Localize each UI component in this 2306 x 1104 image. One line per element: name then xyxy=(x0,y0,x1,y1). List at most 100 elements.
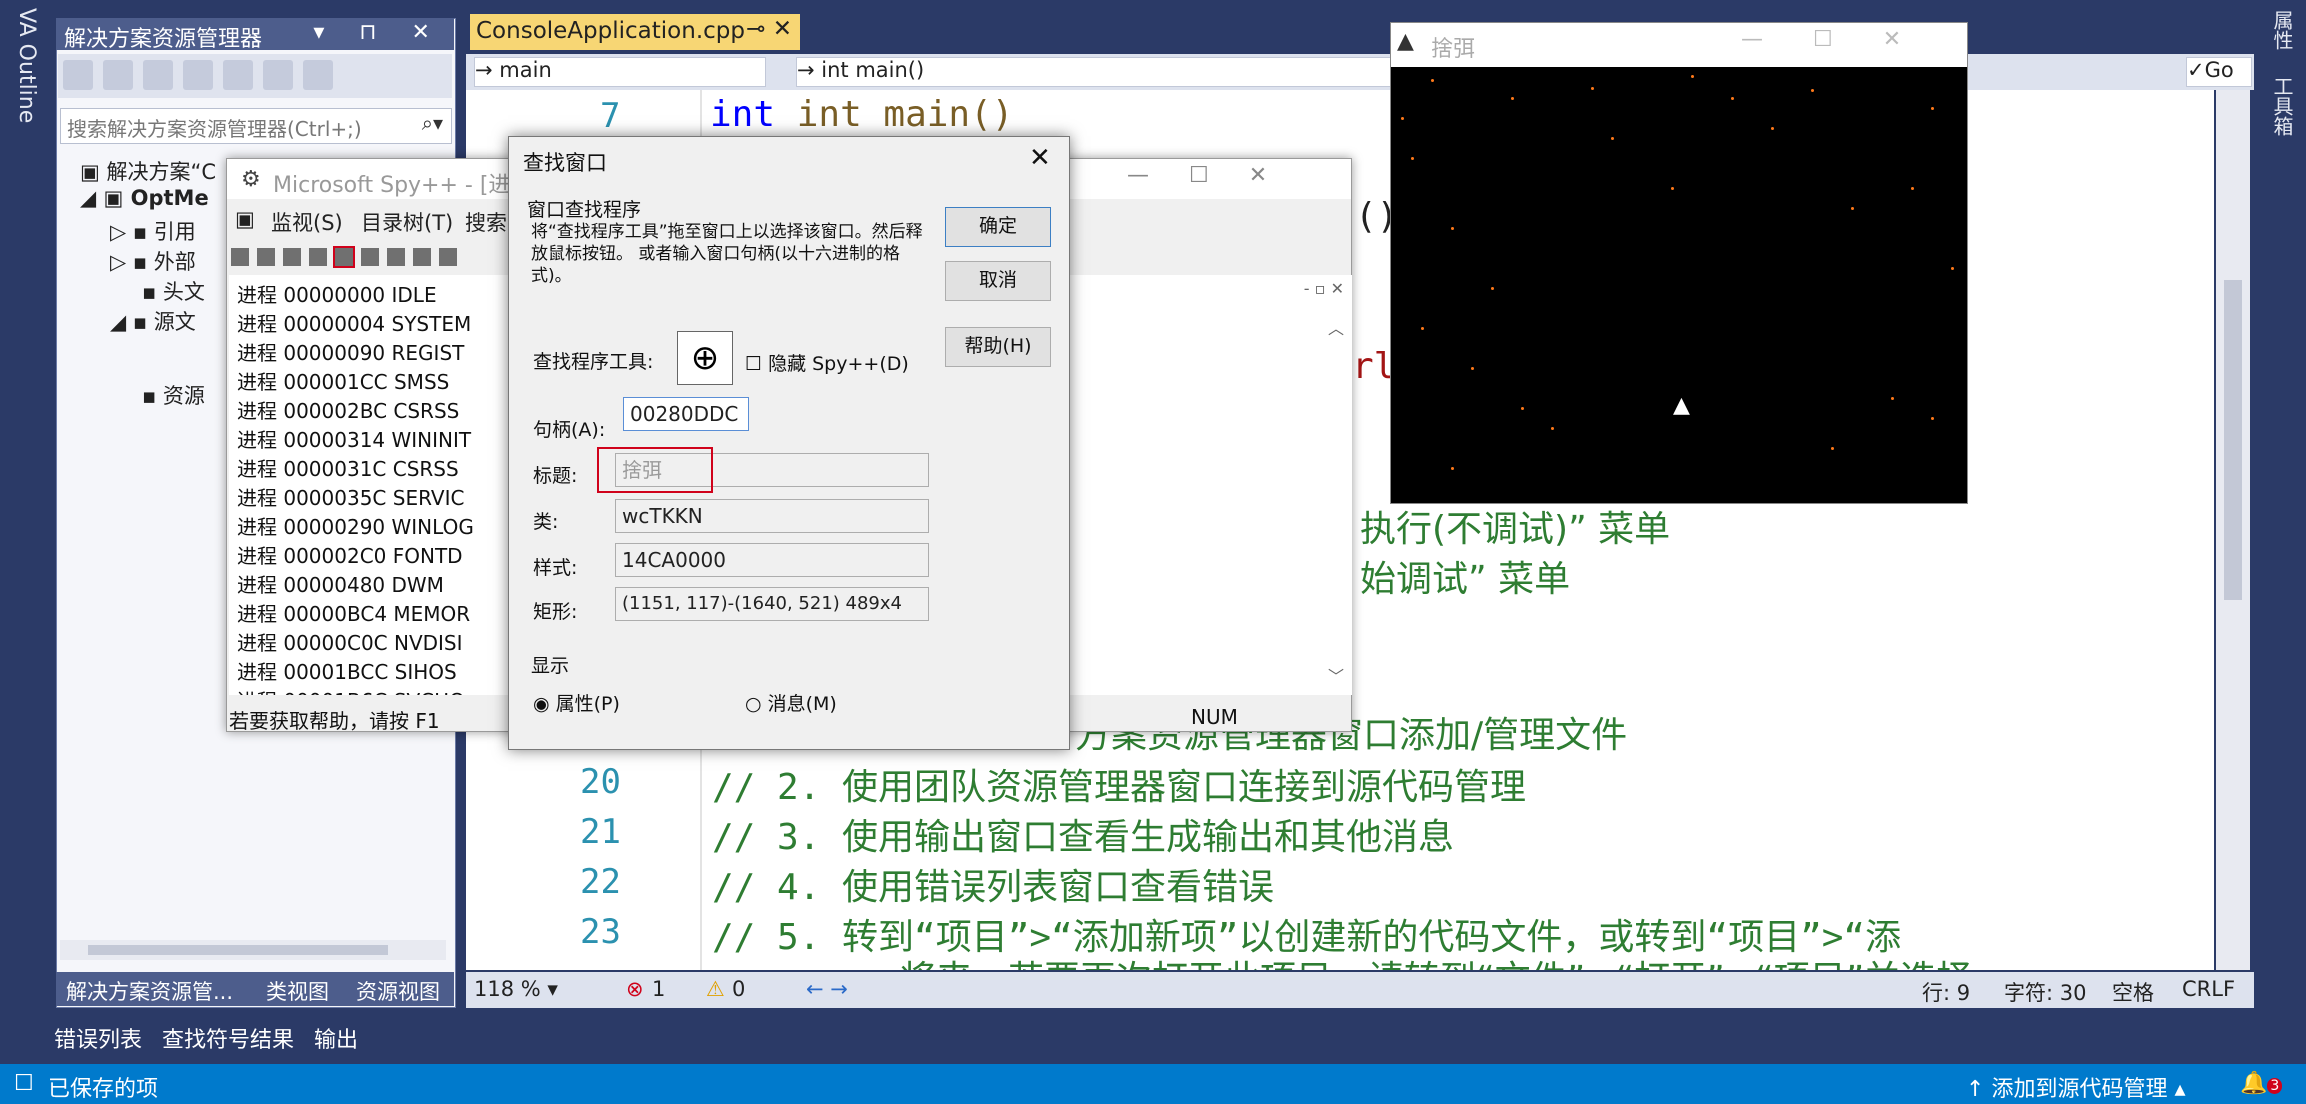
star-dot xyxy=(1891,397,1894,400)
handle-label: 句柄(A): xyxy=(533,419,606,441)
star-dot xyxy=(1591,87,1594,90)
star-dot xyxy=(1811,89,1814,92)
threads-icon[interactable] xyxy=(283,248,301,266)
game-app-icon: ▲ xyxy=(1397,29,1414,54)
tree-item-references[interactable]: ▷ ▪ 引用 xyxy=(110,216,196,246)
find-window-icon[interactable] xyxy=(333,246,355,268)
collapse-icon[interactable] xyxy=(303,60,333,90)
process-list-item[interactable]: 进程 00001B6C SVCHO xyxy=(237,685,465,695)
radio-properties[interactable]: ◉ 属性(P) xyxy=(533,689,620,716)
search-icon[interactable]: ⌕▾ xyxy=(422,111,443,135)
notification-icon[interactable]: 🔔 3 xyxy=(2240,1071,2283,1096)
handle-input[interactable]: 00280DDC xyxy=(623,397,749,431)
comment-partial-1: 执行(不调试)” 菜单 xyxy=(1360,509,1671,550)
star-dot xyxy=(1411,157,1414,160)
va-outline-label: VA Outline xyxy=(14,8,39,124)
menu-search[interactable]: 搜索 xyxy=(465,207,507,237)
messages-icon[interactable] xyxy=(309,248,327,266)
tree-item-solution[interactable]: ▣ 解决方案“C xyxy=(80,156,216,186)
child-window-controls[interactable]: ‐ ▫ ✕ xyxy=(1304,279,1344,298)
right-tool-strip: 属性 工具箱 xyxy=(2254,0,2306,1000)
process-list-item[interactable]: 进程 00000BC4 MEMOR xyxy=(237,598,470,627)
line-number-22: 22 xyxy=(580,862,621,902)
tab-error-list[interactable]: 错误列表 xyxy=(54,1022,142,1054)
process-list-item[interactable]: 进程 00000000 IDLE xyxy=(237,279,437,308)
find-next-icon[interactable] xyxy=(387,248,405,266)
star-dot xyxy=(1551,427,1554,430)
process-list-item[interactable]: 进程 00000314 WININIT xyxy=(237,424,471,453)
line-number-23: 23 xyxy=(580,912,621,952)
process-list-item[interactable]: 进程 0000031C CSRSS xyxy=(237,453,459,482)
tree-item-external[interactable]: ▷ ▪ 外部 xyxy=(110,246,196,276)
solution-search-input[interactable]: 搜索解决方案资源管理器(Ctrl+;) ⌕▾ xyxy=(60,108,452,144)
forward-icon[interactable] xyxy=(103,60,133,90)
process-list-item[interactable]: 进程 00000480 DWM xyxy=(237,569,444,598)
switch-view-icon[interactable] xyxy=(263,60,293,90)
properties-tab[interactable]: 属性 xyxy=(2268,10,2297,50)
crosshair-icon[interactable]: ⊕ xyxy=(677,331,733,385)
tab-resource-view[interactable]: 资源视图 xyxy=(356,976,440,1006)
game-starfield xyxy=(1391,67,1967,503)
zoom-dropdown[interactable]: 118 % ▾ xyxy=(474,977,558,1001)
close-icon[interactable]: ✕ xyxy=(1029,143,1051,173)
process-list-item[interactable]: 进程 00001BCC SIHOS xyxy=(237,656,457,685)
sync-icon[interactable] xyxy=(183,60,213,90)
chevron-up-icon[interactable]: ︿ xyxy=(1328,315,1344,339)
game-titlebar[interactable]: ▲ 捨弭 —☐✕ xyxy=(1391,23,1967,67)
process-list-item[interactable]: 进程 00000004 SYSTEM xyxy=(237,308,471,337)
cancel-button[interactable]: 取消 xyxy=(945,261,1051,301)
process-list-item[interactable]: 进程 00000090 REGIST xyxy=(237,337,464,366)
va-outline-strip[interactable]: VA Outline xyxy=(0,0,54,1000)
star-dot xyxy=(1401,117,1404,120)
go-button[interactable]: ✓Go xyxy=(2186,57,2252,87)
tab-solution-explorer[interactable]: 解决方案资源管... xyxy=(66,976,233,1006)
tree-item-resources[interactable]: ▪ 资源 xyxy=(142,380,205,410)
ok-button[interactable]: 确定 xyxy=(945,207,1051,247)
hide-spy-checkbox[interactable]: ☐ 隐藏 Spy++(D) xyxy=(745,349,909,376)
style-label: 样式: xyxy=(533,557,578,579)
scope-dropdown[interactable]: → main xyxy=(474,57,766,87)
nav-back-forward-icon[interactable]: ← → xyxy=(806,977,848,1001)
process-list[interactable]: 进程 00000000 IDLE 进程 00000004 SYSTEM 进程 000… xyxy=(229,275,519,695)
back-icon[interactable] xyxy=(63,60,93,90)
close-icon[interactable]: ⊸ ✕ xyxy=(746,16,792,42)
editor-vscrollbar[interactable] xyxy=(2216,90,2250,970)
star-dot xyxy=(1911,187,1914,190)
menu-monitor[interactable]: 监视(S) xyxy=(271,207,343,237)
spy-window-controls[interactable]: —☐✕ xyxy=(1127,163,1307,188)
panel-window-buttons[interactable]: ▾ ⊓ ✕ xyxy=(313,20,444,45)
chevron-down-icon[interactable]: ﹀ xyxy=(1328,663,1344,687)
finder-group-label: 窗口查找程序 xyxy=(527,199,642,221)
history-icon[interactable] xyxy=(223,60,253,90)
error-icon[interactable]: ⊗ xyxy=(626,977,644,1001)
toolbox-tab[interactable]: 工具箱 xyxy=(2268,76,2297,136)
windows-icon[interactable] xyxy=(231,248,249,266)
tab-class-view[interactable]: 类视图 xyxy=(266,976,329,1006)
processes-icon[interactable] xyxy=(257,248,275,266)
radio-messages[interactable]: ○ 消息(M) xyxy=(745,689,837,716)
spy-menu-icon: ▣ xyxy=(235,207,255,231)
find-prev-icon[interactable] xyxy=(413,248,431,266)
tree-item-sources[interactable]: ◢ ▪ 源文 xyxy=(110,306,196,336)
game-window-controls[interactable]: —☐✕ xyxy=(1741,27,1951,52)
process-list-item[interactable]: 进程 000002BC CSRSS xyxy=(237,395,459,424)
tree-item-headers[interactable]: ▪ 头文 xyxy=(142,276,205,306)
help-button[interactable]: 帮助(H) xyxy=(945,327,1051,367)
process-list-item[interactable]: 进程 000002C0 FONTD xyxy=(237,540,463,569)
find-icon[interactable] xyxy=(361,248,379,266)
solution-hscrollbar[interactable] xyxy=(60,940,446,960)
game-window[interactable]: ▲ 捨弭 —☐✕ ▲ xyxy=(1390,22,1968,504)
process-list-item[interactable]: 进程 000001CC SMSS xyxy=(237,366,449,395)
tab-output[interactable]: 输出 xyxy=(314,1022,358,1054)
tree-item-project[interactable]: ◢ ▣ OptMe xyxy=(80,186,209,210)
document-tab[interactable]: ConsoleApplication.cpp ⊸ ✕ xyxy=(470,14,800,50)
process-list-item[interactable]: 进程 0000035C SERVIC xyxy=(237,482,464,511)
tab-find-symbol[interactable]: 查找符号结果 xyxy=(162,1022,294,1054)
process-list-item[interactable]: 进程 00000290 WINLOG xyxy=(237,511,474,540)
warning-icon[interactable]: ⚠ xyxy=(706,977,725,1001)
source-control-button[interactable]: ↑ 添加到源代码管理 ▴ xyxy=(1966,1071,2186,1103)
home-icon[interactable] xyxy=(143,60,173,90)
properties-icon[interactable] xyxy=(439,248,457,266)
process-list-item[interactable]: 进程 00000C0C NVDISI xyxy=(237,627,463,656)
menu-tree[interactable]: 目录树(T) xyxy=(361,207,453,237)
